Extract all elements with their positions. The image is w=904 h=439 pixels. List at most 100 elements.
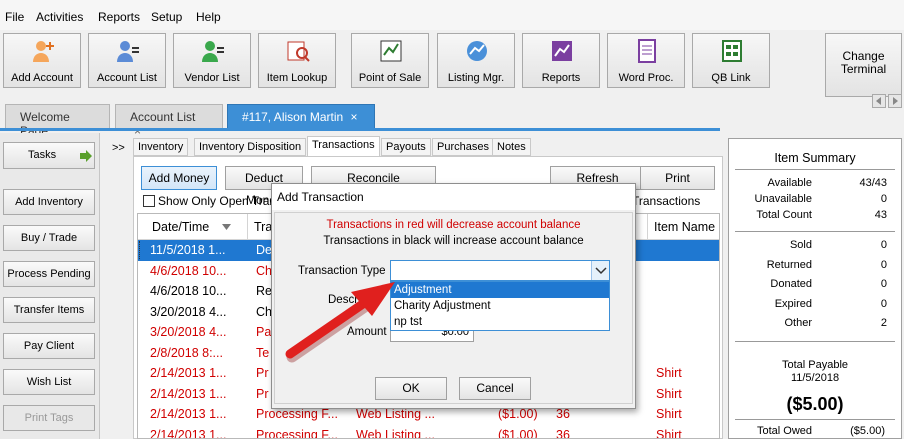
total-payable-date: 11/5/2018 <box>790 372 840 384</box>
summary-value: 0 <box>880 239 887 251</box>
column-header-date[interactable]: Date/Time <box>138 214 248 240</box>
cell-item: Shirt <box>656 427 682 439</box>
add-inventory-button[interactable]: Add Inventory <box>3 189 95 215</box>
transaction-type-label: Transaction Type <box>298 265 386 277</box>
arrow-right-icon <box>80 150 92 162</box>
total-payable-label: Total Payable <box>781 359 849 371</box>
description-label: Descriptio <box>328 294 380 306</box>
word-processor-icon <box>638 39 656 63</box>
menu-activities[interactable]: Activities <box>36 10 83 24</box>
word-processor-label: Word Proc. <box>618 72 674 84</box>
tab-alison-martin[interactable]: #117, Alison Martin × <box>227 104 375 129</box>
subtab-inventory-disposition[interactable]: Inventory Disposition <box>194 138 307 156</box>
account-list-icon <box>117 41 139 62</box>
summary-label: Available <box>767 177 812 189</box>
add-account-button[interactable]: Add Account <box>3 33 81 88</box>
subtab-notes[interactable]: Notes <box>492 138 531 156</box>
tab-underline <box>0 128 720 131</box>
summary-value: 43/43 <box>859 177 887 189</box>
print-tags-button[interactable]: Print Tags <box>3 405 95 431</box>
tab-account-list-label: Account List <box>130 110 196 124</box>
summary-value: 0 <box>880 258 887 271</box>
item-lookup-icon <box>287 41 310 62</box>
tasks-button[interactable]: Tasks <box>3 142 95 169</box>
option-charity-adjustment[interactable]: Charity Adjustment <box>391 298 609 314</box>
chevron-down-icon <box>595 267 607 275</box>
table-row[interactable]: 2/14/2013 1... Processing F... Web Listing… <box>138 425 719 439</box>
cancel-button[interactable]: Cancel <box>459 377 531 400</box>
qb-link-label: QB Link <box>711 72 751 84</box>
transaction-type-select[interactable] <box>390 260 610 281</box>
change-terminal-line2: Terminal <box>840 62 887 76</box>
change-terminal-button[interactable]: Change Terminal <box>825 33 902 97</box>
scroll-right-button[interactable] <box>888 94 902 108</box>
scroll-left-button[interactable] <box>872 94 886 108</box>
cell-date: 11/5/2018 1... <box>150 243 226 257</box>
menu-reports[interactable]: Reports <box>98 10 140 24</box>
change-terminal-line1: Change <box>842 49 885 63</box>
summary-value: 0 <box>880 278 887 290</box>
option-np-tst[interactable]: np tst <box>391 314 609 330</box>
expand-panel-button[interactable]: >> <box>112 142 125 154</box>
cell-date: 4/6/2018 10... <box>150 263 227 278</box>
close-icon[interactable]: × <box>351 110 358 124</box>
qb-link-button[interactable]: QB Link <box>692 33 770 88</box>
subtab-transactions[interactable]: Transactions <box>307 136 380 157</box>
summary-divider <box>735 419 895 420</box>
summary-label: Other <box>784 317 812 329</box>
focus-marker <box>139 241 145 259</box>
chevron-right-icon <box>893 97 898 105</box>
total-payable-amount: ($5.00) <box>786 394 844 414</box>
column-header-item-name[interactable]: Item Name <box>648 214 719 240</box>
cell-date: 2/8/2018 8:... <box>150 345 223 360</box>
summary-label: Returned <box>766 258 812 271</box>
tab-account-list[interactable]: Account List × <box>115 104 223 138</box>
point-of-sale-button[interactable]: Point of Sale <box>351 33 429 88</box>
show-open-checkbox[interactable] <box>143 195 155 207</box>
buy-trade-button[interactable]: Buy / Trade <box>3 225 95 251</box>
item-summary-panel: Item Summary Available 43/43 Unavailable 0 T… <box>728 138 902 439</box>
menu-setup[interactable]: Setup <box>151 10 182 24</box>
subtab-inventory[interactable]: Inventory <box>133 138 189 156</box>
summary-label: Unavailable <box>754 193 812 205</box>
black-note: Transactions in black will increase acco… <box>323 235 584 247</box>
cell-date: 4/6/2018 10... <box>150 284 227 298</box>
print-button[interactable]: Print <box>640 166 715 190</box>
process-pending-button[interactable]: Process Pending <box>3 261 95 287</box>
summary-value: 0 <box>880 193 887 205</box>
account-list-label: Account List <box>97 72 157 84</box>
subtab-purchases[interactable]: Purchases <box>432 138 494 156</box>
cell-item: Shirt <box>656 407 682 421</box>
listing-manager-button[interactable]: Listing Mgr. <box>437 33 515 88</box>
transfer-items-button[interactable]: Transfer Items <box>3 297 95 323</box>
ok-button[interactable]: OK <box>375 377 447 400</box>
subtab-payouts[interactable]: Payouts <box>381 138 431 156</box>
close-icon[interactable]: × <box>134 124 141 138</box>
cell-item: Shirt <box>656 366 682 380</box>
sort-down-icon <box>222 224 231 230</box>
summary-value: 0 <box>880 297 887 310</box>
menu-file[interactable]: File <box>5 10 24 24</box>
wish-list-button[interactable]: Wish List <box>3 369 95 395</box>
chevron-left-icon <box>876 97 881 105</box>
tasks-label: Tasks <box>28 149 57 161</box>
item-lookup-button[interactable]: Item Lookup <box>258 33 336 88</box>
vendor-list-icon <box>202 41 224 62</box>
dropdown-toggle[interactable] <box>591 261 609 280</box>
show-open-label: Show Only Open Transa <box>158 194 289 208</box>
point-of-sale-icon <box>380 40 402 62</box>
account-list-button[interactable]: Account List <box>88 33 166 88</box>
vendor-list-button[interactable]: Vendor List <box>173 33 251 88</box>
reports-button[interactable]: Reports <box>522 33 600 88</box>
add-money-button[interactable]: Add Money <box>141 166 217 190</box>
qb-link-icon <box>722 40 742 62</box>
add-account-icon <box>33 41 54 62</box>
summary-label: Donated <box>770 278 812 290</box>
menu-help[interactable]: Help <box>196 10 221 24</box>
pay-client-button[interactable]: Pay Client <box>3 333 95 359</box>
cell-date: 3/20/2018 4... <box>150 325 227 339</box>
total-owed-value: ($5.00) <box>850 425 885 437</box>
tab-welcome-page[interactable]: Welcome Page <box>5 104 110 138</box>
word-processor-button[interactable]: Word Proc. <box>607 33 685 88</box>
option-adjustment[interactable]: Adjustment <box>391 282 609 298</box>
